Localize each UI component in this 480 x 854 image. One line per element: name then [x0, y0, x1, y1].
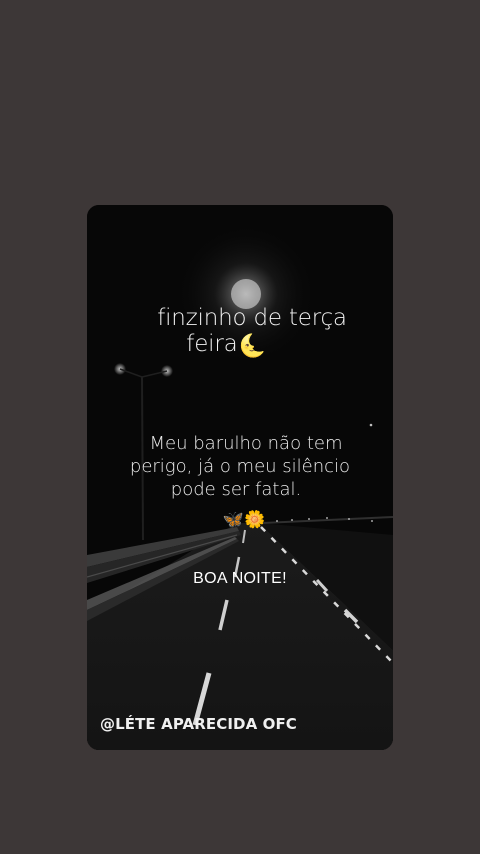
title-line-1: finzinho de terça: [157, 305, 347, 331]
quote-line-3: pode ser fatal.: [170, 479, 302, 500]
story-card: finzinho de terça feira🌜 Meu barulho não…: [87, 205, 393, 750]
emoji-row: 🦋🌼: [87, 509, 393, 531]
butterfly-icon: 🦋: [222, 510, 244, 530]
quote-line-1: Meu barulho não tem: [149, 433, 343, 454]
quote-line-2: perigo, já o meu silêncio: [129, 456, 351, 477]
crescent-moon-icon: 🌜: [238, 334, 266, 359]
screen: { "post": { "title_line1": "finzinho de …: [0, 0, 480, 854]
flower-icon: 🌼: [244, 510, 266, 530]
title-line-2-text: feira: [186, 331, 238, 357]
greeting-text: BOA NOITE!: [193, 570, 287, 587]
post-title: finzinho de terça feira🌜: [87, 305, 393, 360]
quote-text: Meu barulho não tem perigo, já o meu sil…: [87, 432, 393, 501]
title-line-2: feira🌜: [87, 331, 393, 360]
author-handle: @LÉTE APARECIDA OFC: [100, 715, 297, 733]
